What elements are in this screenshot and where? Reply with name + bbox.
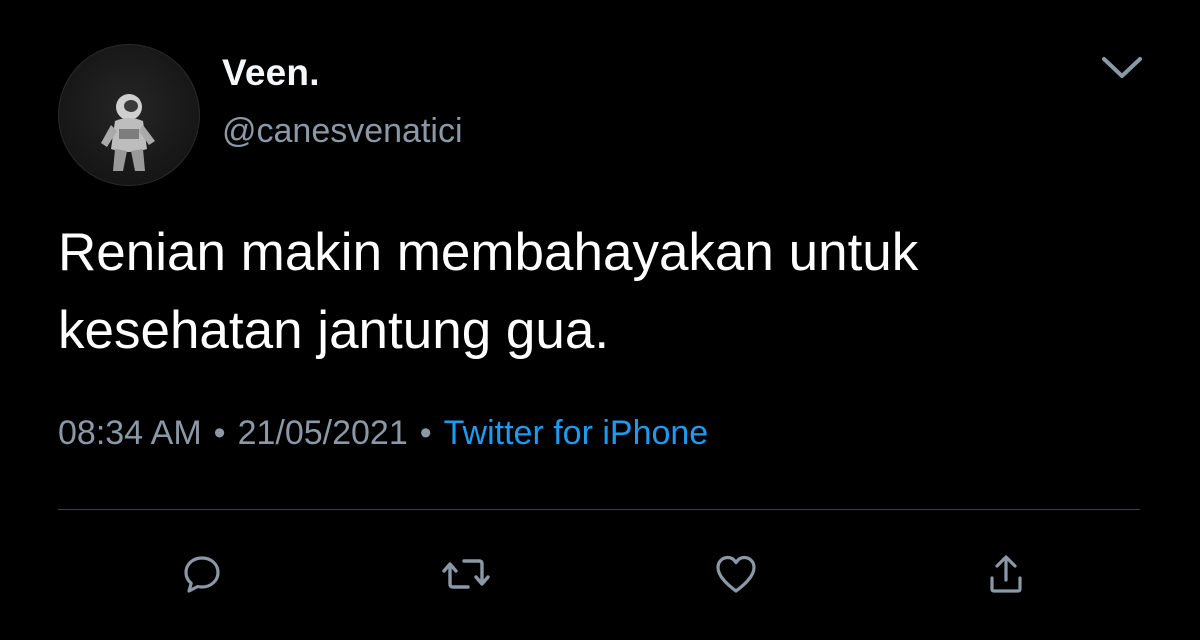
reply-icon [184, 556, 220, 593]
like-icon [716, 555, 756, 593]
share-icon [990, 555, 1022, 593]
astronaut-icon [101, 94, 155, 171]
share-button[interactable] [978, 546, 1034, 602]
display-name[interactable]: Veen. [222, 52, 320, 94]
meta-separator: • [213, 414, 226, 452]
meta-separator: • [419, 414, 432, 452]
tweet-meta: 08:34 AM • 21/05/2021 • Twitter for iPhone [58, 414, 708, 453]
tweet-date: 21/05/2021 [237, 414, 408, 452]
tweet-detail: Veen. @canesvenatici Renian makin membah… [0, 0, 1200, 640]
chevron-down-icon [1102, 57, 1142, 78]
tweet-text: Renian makin membahayakan untuk kesehata… [58, 223, 919, 360]
tweet-source-link[interactable]: Twitter for iPhone [444, 414, 709, 452]
tweet-time: 08:34 AM [58, 414, 202, 452]
divider [58, 509, 1140, 510]
user-handle[interactable]: @canesvenatici [222, 112, 463, 151]
more-options-button[interactable] [1094, 46, 1150, 90]
reply-button[interactable] [174, 546, 230, 602]
retweet-button[interactable] [438, 546, 494, 602]
avatar[interactable] [58, 44, 200, 186]
retweet-icon [442, 559, 490, 589]
like-button[interactable] [708, 546, 764, 602]
